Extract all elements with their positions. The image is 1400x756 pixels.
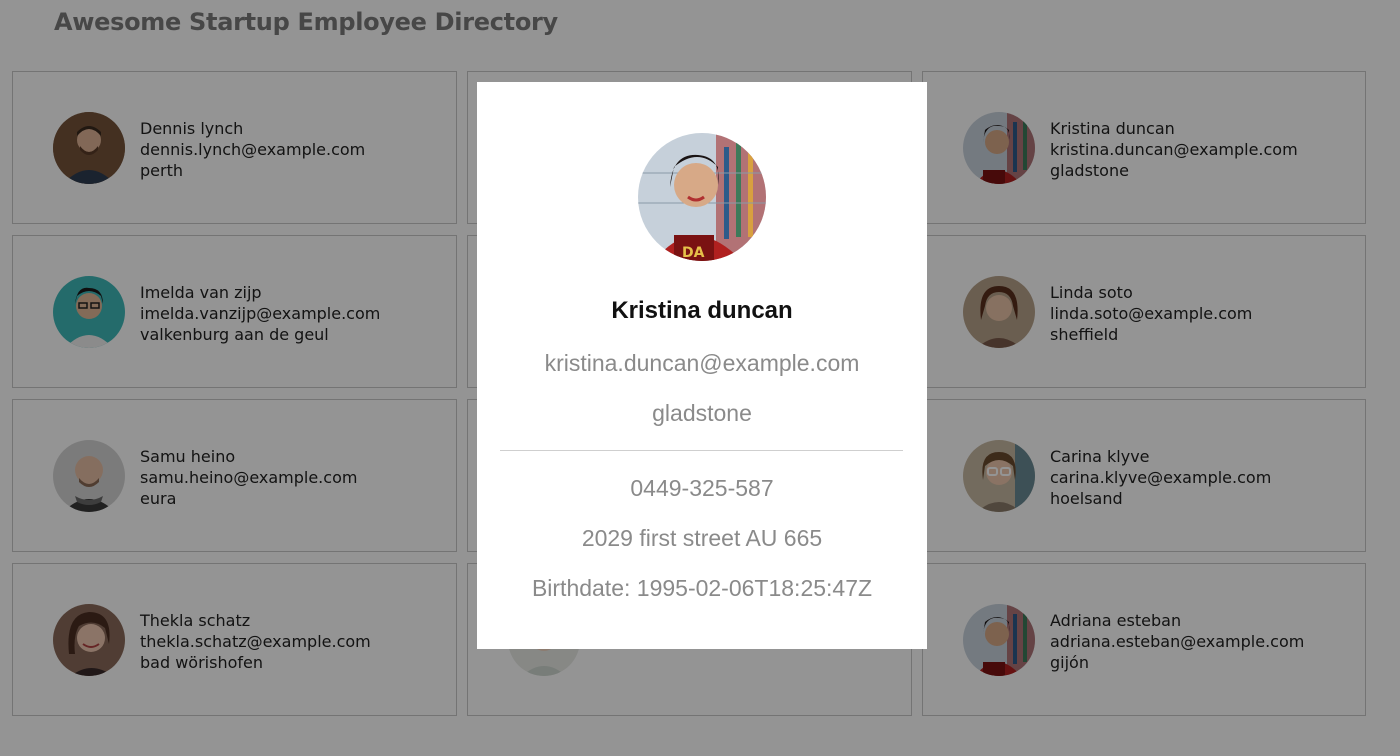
modal-employee-phone: 0449-325-587 [630,475,774,501]
svg-text:DA: DA [682,245,705,261]
modal-employee-address: 2029 first street AU 665 [581,525,823,551]
directory-page: Awesome Startup Employee Directory Denni… [0,0,1400,756]
modal-avatar: DA [638,133,766,261]
modal-divider [500,450,903,451]
modal-employee-name: Kristina duncan [611,297,793,324]
modal-employee-email: kristina.duncan@example.com [544,350,860,376]
modal-employee-city: gladstone [652,400,752,426]
employee-modal: DA Kristina duncan kristina.duncan@examp… [477,82,927,649]
modal-employee-birthdate: Birthdate: 1995-02-06T18:25:47Z [531,575,873,601]
